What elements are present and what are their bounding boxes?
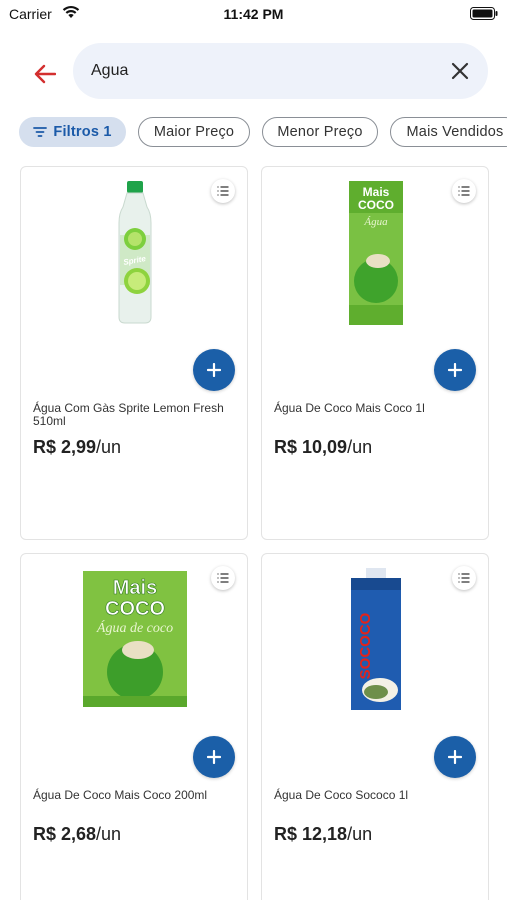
list-icon: [458, 186, 470, 196]
svg-text:Mais: Mais: [363, 185, 390, 199]
filter-icon: [33, 127, 48, 137]
search-bar: [73, 43, 488, 99]
svg-text:COCO: COCO: [105, 598, 165, 620]
list-icon: [458, 573, 470, 583]
price-value: R$ 2,68: [33, 824, 97, 844]
add-to-list-button[interactable]: [452, 566, 476, 590]
product-name: Água De Coco Mais Coco 200ml: [33, 788, 208, 802]
clear-search-button[interactable]: [448, 59, 472, 83]
svg-text:Mais: Mais: [113, 577, 157, 599]
svg-text:COCO: COCO: [358, 198, 394, 212]
price-unit: /un: [347, 824, 373, 844]
add-to-list-button[interactable]: [211, 179, 235, 203]
plus-icon: [207, 750, 221, 764]
svg-text:Água: Água: [363, 216, 388, 228]
add-to-cart-button[interactable]: [434, 736, 476, 778]
plus-icon: [207, 363, 221, 377]
price-unit: /un: [96, 824, 122, 844]
price-value: R$ 12,18: [274, 824, 348, 844]
filters-chip[interactable]: Filtros 1: [19, 117, 126, 147]
filter-chips-row: Filtros 1 Maior Preço Menor Preço Mais V…: [19, 117, 507, 149]
product-card[interactable]: Sprite Água Com Gàs Sprite Lemon Fresh 5…: [20, 166, 248, 540]
product-name: Água Com Gàs Sprite Lemon Fresh 510ml: [33, 401, 224, 428]
price-value: R$ 10,09: [274, 437, 348, 457]
product-price: R$ 10,09/un: [274, 437, 372, 458]
product-name: Água De Coco Sococo 1l: [274, 788, 409, 802]
svg-text:Água de coco: Água de coco: [96, 619, 173, 636]
product-card[interactable]: Mais COCO Água de coco Água De Coco Mais…: [20, 553, 248, 900]
battery-icon: [470, 7, 498, 20]
price-value: R$ 2,99: [33, 437, 97, 457]
plus-icon: [448, 363, 462, 377]
add-to-cart-button[interactable]: [193, 349, 235, 391]
filters-chip-label: Filtros: [53, 124, 100, 140]
product-price: R$ 2,68/un: [33, 824, 121, 845]
product-name: Água De Coco Mais Coco 1l: [274, 401, 425, 415]
plus-icon: [448, 750, 462, 764]
chip-menor-preco[interactable]: Menor Preço: [262, 117, 378, 147]
filters-count-badge: 1: [103, 124, 112, 140]
add-to-cart-button[interactable]: [193, 736, 235, 778]
product-card[interactable]: SOCOCO Água De Coco Sococo 1l R$ 12,18/u…: [261, 553, 489, 900]
chip-mais-vendidos[interactable]: Mais Vendidos: [390, 117, 507, 147]
product-card[interactable]: Mais COCO Água Água De Coco Mais Coco 1l…: [261, 166, 489, 540]
price-unit: /un: [347, 437, 373, 457]
product-price: R$ 12,18/un: [274, 824, 372, 845]
close-icon: [451, 62, 469, 80]
chip-maior-preco[interactable]: Maior Preço: [138, 117, 250, 147]
status-time: 11:42 PM: [223, 6, 284, 22]
list-icon: [217, 186, 229, 196]
status-bar: Carrier 11:42 PM: [0, 0, 507, 28]
product-price: R$ 2,99/un: [33, 437, 121, 458]
back-button[interactable]: [30, 59, 60, 89]
add-to-cart-button[interactable]: [434, 349, 476, 391]
add-to-list-button[interactable]: [452, 179, 476, 203]
list-icon: [217, 573, 229, 583]
search-input[interactable]: [91, 43, 431, 99]
svg-text:SOCOCO: SOCOCO: [357, 612, 374, 679]
price-unit: /un: [96, 437, 122, 457]
arrow-left-icon: [34, 64, 56, 84]
add-to-list-button[interactable]: [211, 566, 235, 590]
